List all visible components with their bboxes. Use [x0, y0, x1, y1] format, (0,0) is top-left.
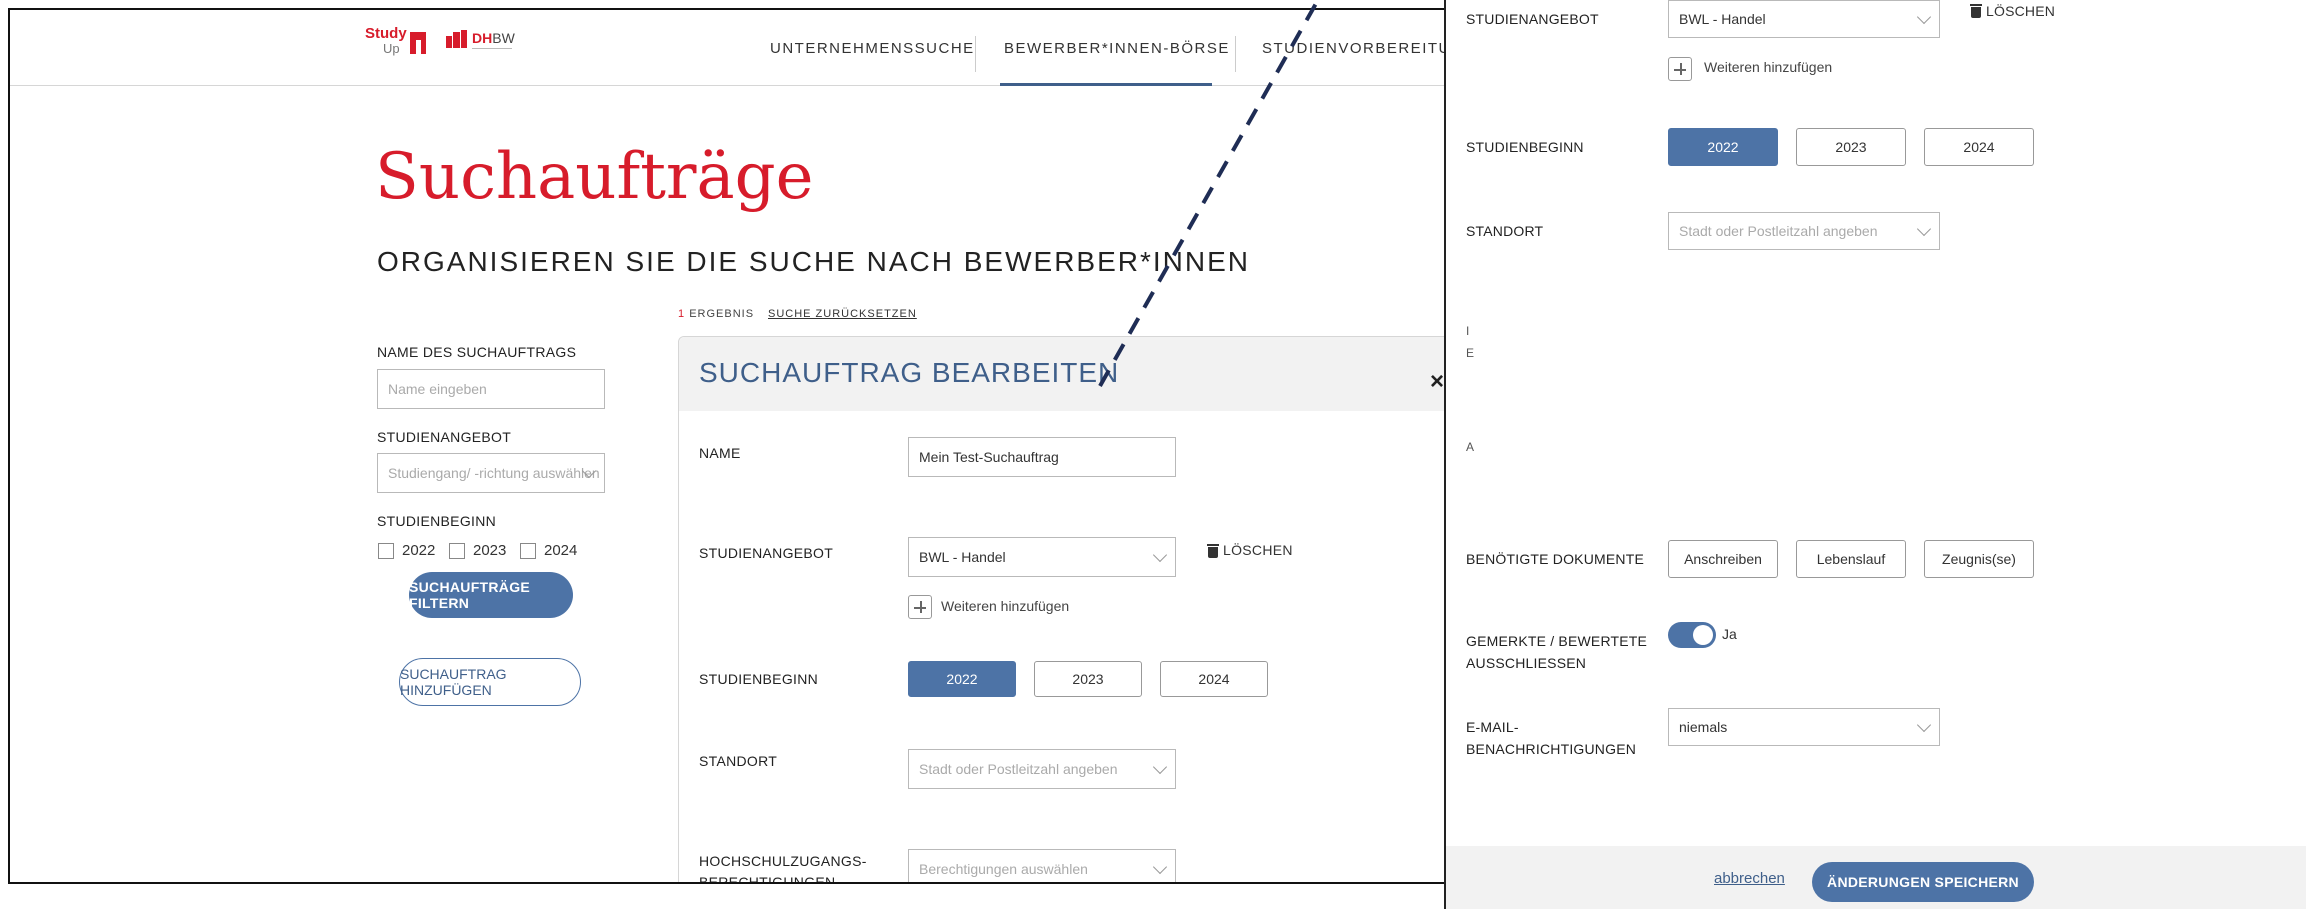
modal-name-input[interactable]: Mein Test-Suchauftrag — [908, 437, 1176, 477]
filter-button[interactable]: SUCHAUFTRÄGE FILTERN — [409, 572, 573, 618]
trash-icon[interactable] — [1970, 4, 1982, 18]
filter-studienbeginn-label: STUDIENBEGINN — [377, 513, 497, 529]
modal-hzb-label: HOCHSCHULZUGANGS- — [699, 853, 867, 869]
rp-gemerkte-label: GEMERKTE / BEWERTETE — [1466, 633, 1648, 649]
modal-standort-select[interactable]: Stadt oder Postleitzahl angeben — [908, 749, 1176, 789]
page-subtitle: ORGANISIEREN SIE DIE SUCHE NACH BEWERBER… — [377, 246, 1251, 277]
rp-delete-label[interactable]: LÖSCHEN — [1986, 0, 2055, 22]
rp-cut-label: A — [1466, 440, 1475, 454]
rp-standort-label: STANDORT — [1466, 223, 1544, 239]
logo-study-text: Study — [365, 25, 407, 42]
checkbox-2023[interactable] — [449, 543, 465, 559]
rp-year-button-2022[interactable]: 2022 — [1668, 128, 1778, 166]
rp-year-button-2024[interactable]: 2024 — [1924, 128, 2034, 166]
result-count: 1 ERGEBNIS — [678, 308, 755, 320]
year-button-2024[interactable]: 2024 — [1160, 661, 1268, 697]
checkbox-label-2024: 2024 — [544, 542, 578, 559]
modal-studienbeginn-label: STUDIENBEGINN — [699, 671, 819, 687]
modal-footer: abbrechen ÄNDERUNGEN SPEICHERN — [1446, 846, 2306, 909]
checkbox-label-2022: 2022 — [402, 542, 436, 559]
checkbox-label-2023: 2023 — [473, 542, 507, 559]
rp-email-label: E-MAIL- — [1466, 719, 1519, 735]
rp-studienangebot-select[interactable]: BWL - Handel — [1668, 0, 1940, 38]
modal-studienangebot-label: STUDIENANGEBOT — [699, 545, 834, 561]
logo-up-text: Up — [383, 41, 400, 56]
filter-name-input[interactable]: Name eingeben — [377, 369, 605, 409]
modal-studienangebot-select[interactable]: BWL - Handel — [908, 537, 1176, 577]
save-changes-button[interactable]: ÄNDERUNGEN SPEICHERN — [1812, 862, 2034, 902]
modal-title: SUCHAUFTRAG BEARBEITEN — [699, 357, 1120, 388]
rp-add-more-label[interactable]: Weiteren hinzufügen — [1704, 59, 1832, 75]
rp-studienangebot-label: STUDIENANGEBOT — [1466, 11, 1599, 27]
nav-unternehmenssuche[interactable]: UNTERNEHMENSSUCHE — [770, 40, 975, 57]
modal-hzb-select[interactable]: Berechtigungen auswählen — [908, 849, 1176, 882]
modal-delete-label[interactable]: LÖSCHEN — [1223, 542, 1293, 558]
page-title: Suchaufträge — [375, 140, 814, 214]
rp-email-label-2: BENACHRICHTIGUNGEN — [1466, 741, 1637, 757]
rp-studienbeginn-label: STUDIENBEGINN — [1466, 139, 1584, 155]
rp-cut-label: I — [1466, 324, 1470, 338]
year-button-2022[interactable]: 2022 — [908, 661, 1016, 697]
chevron-down-icon — [1916, 717, 1932, 733]
checkbox-2022[interactable] — [378, 543, 394, 559]
top-navigation: Study Up DHBW UNTERNEHMENSSUCHE BEWERBER… — [10, 10, 1446, 86]
zoomed-modal-panel: STUDIENANGEBOT BWL - Handel LÖSCHEN Weit… — [1444, 0, 2306, 909]
rp-gemerkte-label-2: AUSSCHLIESSEN — [1466, 655, 1587, 671]
toggle-value-label: Ja — [1722, 626, 1737, 642]
modal-header: SUCHAUFTRAG BEARBEITEN — [679, 337, 1446, 411]
year-button-2023[interactable]: 2023 — [1034, 661, 1142, 697]
studyup-logo-icon — [410, 32, 426, 54]
doc-button-lebenslauf[interactable]: Lebenslauf — [1796, 540, 1906, 578]
rp-dokumente-label: BENÖTIGTE DOKUMENTE — [1466, 551, 1645, 567]
main-screenshot: Study Up DHBW UNTERNEHMENSSUCHE BEWERBER… — [8, 8, 1448, 884]
modal-add-more-label[interactable]: Weiteren hinzufügen — [941, 598, 1069, 614]
plus-icon[interactable] — [1668, 57, 1692, 81]
nav-divider — [975, 36, 976, 72]
studyup-logo[interactable]: Study Up — [365, 26, 407, 56]
filter-name-label: NAME DES SUCHAUFTRAGS — [377, 344, 577, 360]
checkbox-2024[interactable] — [520, 543, 536, 559]
exclude-toggle[interactable] — [1668, 622, 1716, 648]
cancel-link[interactable]: abbrechen — [1714, 870, 1785, 887]
chevron-down-icon — [1916, 9, 1932, 25]
modal-hzb-label-2: BERECHTIGUNGEN — [699, 874, 836, 884]
nav-studienvorbereitung[interactable]: STUDIENVORBEREITUNG — [1262, 40, 1446, 57]
chevron-down-icon — [1152, 859, 1168, 875]
edit-searchorder-modal: SUCHAUFTRAG BEARBEITEN NAME Mein Test-Su… — [678, 336, 1446, 884]
add-searchorder-button[interactable]: SUCHAUFTRAG HINZUFÜGEN — [399, 658, 581, 706]
chevron-down-icon — [1152, 547, 1168, 563]
filter-studienangebot-select[interactable]: Studiengang/ -richtung auswählen — [377, 453, 605, 493]
nav-bewerberinnen-boerse[interactable]: BEWERBER*INNEN-BÖRSE — [1004, 40, 1230, 57]
chevron-down-icon — [1916, 221, 1932, 237]
dhbw-logo-subline — [472, 48, 512, 60]
dhbw-logo-icon — [446, 30, 468, 48]
filter-studienangebot-label: STUDIENANGEBOT — [377, 429, 512, 445]
chevron-down-icon — [1152, 759, 1168, 775]
doc-button-zeugnisse[interactable]: Zeugnis(se) — [1924, 540, 2034, 578]
reset-search-link[interactable]: SUCHE ZURÜCKSETZEN — [768, 308, 917, 320]
plus-icon[interactable] — [908, 595, 932, 619]
close-icon[interactable]: × — [1430, 368, 1444, 396]
nav-divider — [1235, 36, 1236, 72]
dhbw-logo[interactable]: DHBW — [472, 30, 515, 46]
email-frequency-select[interactable]: niemals — [1668, 708, 1940, 746]
modal-name-label: NAME — [699, 445, 741, 461]
modal-standort-label: STANDORT — [699, 753, 778, 769]
doc-button-anschreiben[interactable]: Anschreiben — [1668, 540, 1778, 578]
rp-standort-select[interactable]: Stadt oder Postleitzahl angeben — [1668, 212, 1940, 250]
rp-year-button-2023[interactable]: 2023 — [1796, 128, 1906, 166]
trash-icon[interactable] — [1207, 544, 1219, 558]
rp-cut-label: E — [1466, 346, 1475, 360]
active-nav-indicator — [1000, 83, 1212, 86]
